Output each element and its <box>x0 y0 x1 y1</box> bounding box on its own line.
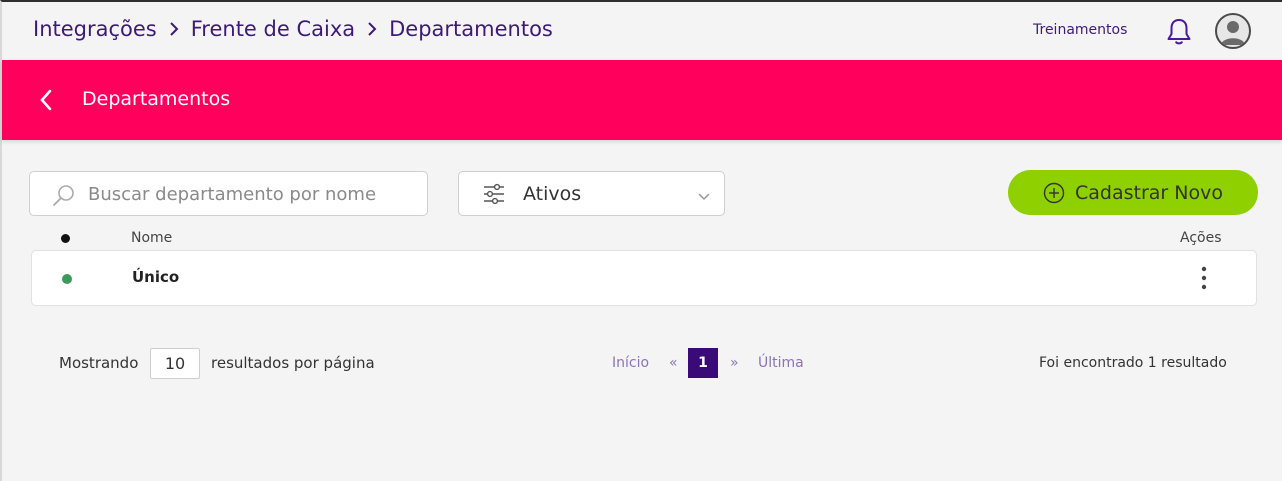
page-banner: Departamentos <box>2 60 1282 140</box>
top-bar: Integrações Frente de Caixa Departamento… <box>2 2 1282 60</box>
trainings-link[interactable]: Treinamentos <box>1033 22 1127 38</box>
search-input[interactable] <box>88 178 418 210</box>
status-active-dot <box>62 274 72 284</box>
pagination-next[interactable]: » <box>730 355 739 371</box>
pagination-current-page[interactable]: 1 <box>688 348 718 378</box>
per-page-suffix: resultados por página <box>211 354 375 372</box>
per-page-input[interactable] <box>150 348 200 379</box>
page-title: Departamentos <box>82 88 231 110</box>
filter-selected-value: Ativos <box>523 183 582 205</box>
column-header-name[interactable]: Nome <box>131 230 172 246</box>
plus-circle-icon <box>1043 182 1065 204</box>
pagination-last[interactable]: Última <box>758 355 804 371</box>
bell-icon[interactable] <box>1165 17 1193 47</box>
column-header-actions: Ações <box>1180 230 1222 246</box>
chevron-down-icon <box>697 188 711 201</box>
search-box[interactable] <box>29 171 428 216</box>
cadastrar-novo-button[interactable]: Cadastrar Novo <box>1008 170 1258 215</box>
pagination-first[interactable]: Início <box>612 355 649 371</box>
table-row[interactable]: Único <box>31 250 1257 306</box>
chevron-right-icon <box>365 22 379 36</box>
pagination-prev[interactable]: « <box>669 355 678 371</box>
breadcrumb-integracoes[interactable]: Integrações <box>33 17 157 41</box>
results-count: Foi encontrado 1 resultado <box>1039 355 1227 371</box>
status-filter-select[interactable]: Ativos <box>458 171 725 216</box>
chevron-right-icon <box>167 22 181 36</box>
more-options-icon[interactable] <box>1192 265 1216 291</box>
breadcrumb-departamentos[interactable]: Departamentos <box>389 17 553 41</box>
cadastrar-novo-label: Cadastrar Novo <box>1075 181 1223 204</box>
status-column-header-dot <box>61 234 70 243</box>
back-arrow-icon[interactable] <box>38 89 54 111</box>
showing-label: Mostrando <box>59 354 139 372</box>
sliders-icon <box>483 183 505 205</box>
breadcrumb: Integrações Frente de Caixa Departamento… <box>33 17 553 41</box>
row-name: Único <box>132 268 180 286</box>
user-avatar-icon[interactable] <box>1215 13 1251 49</box>
search-icon <box>52 183 76 207</box>
breadcrumb-frente-de-caixa[interactable]: Frente de Caixa <box>191 17 355 41</box>
